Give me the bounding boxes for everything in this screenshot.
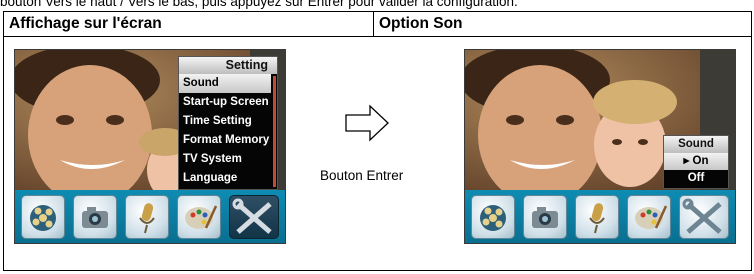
menu-scrollbar[interactable]	[273, 76, 276, 187]
header-screen-display: Affichage sur l'écran	[3, 11, 374, 37]
paint-palette-icon[interactable]	[177, 195, 221, 239]
setting-menu-title: Setting	[179, 57, 277, 74]
mode-icon-bar	[15, 190, 285, 243]
menu-item-tv-system[interactable]: TV System	[179, 150, 271, 169]
menu-item-sound[interactable]: Sound	[179, 74, 271, 93]
microphone-icon[interactable]	[125, 195, 169, 239]
sound-option-off[interactable]: Off	[664, 170, 728, 187]
camera-icon[interactable]	[73, 195, 117, 239]
setting-menu: Setting Sound Start-up Screen Time Setti…	[178, 56, 278, 190]
camera-screen-sound: Sound ▸ On Off	[464, 49, 736, 244]
mode-icon-bar	[465, 190, 735, 243]
menu-item-startup-screen[interactable]: Start-up Screen	[179, 93, 271, 112]
header-sound-option: Option Son	[373, 11, 752, 37]
camera-icon[interactable]	[523, 195, 567, 239]
film-reel-icon[interactable]	[21, 195, 65, 239]
right-arrow-icon	[345, 104, 389, 142]
menu-item-format-memory[interactable]: Format Memory	[179, 131, 271, 150]
illustration-cell: Setting Sound Start-up Screen Time Setti…	[3, 36, 752, 271]
menu-item-language[interactable]: Language	[179, 169, 271, 188]
sound-menu-title: Sound	[664, 136, 728, 153]
film-reel-icon[interactable]	[471, 195, 515, 239]
sound-option-on[interactable]: ▸ On	[664, 153, 728, 170]
intro-text: bouton Vers le haut / Vers le bas, puis …	[0, 0, 518, 9]
microphone-icon[interactable]	[575, 195, 619, 239]
menu-item-time-setting[interactable]: Time Setting	[179, 112, 271, 131]
enter-button-caption: Bouton Entrer	[320, 168, 404, 183]
camera-screen-setting: Setting Sound Start-up Screen Time Setti…	[14, 49, 286, 244]
tools-icon[interactable]	[229, 195, 279, 239]
sound-menu: Sound ▸ On Off	[663, 135, 729, 189]
tools-icon[interactable]	[679, 195, 729, 239]
paint-palette-icon[interactable]	[627, 195, 671, 239]
instruction-table: Affichage sur l'écran Option Son Setting…	[3, 11, 752, 271]
